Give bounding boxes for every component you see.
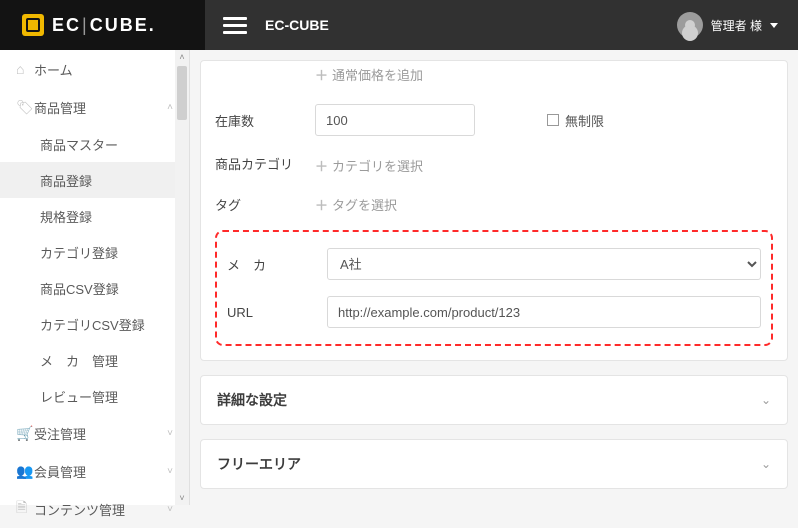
product-form-panel: ＋ 通常価格を追加 在庫数 無制限 商品カテゴリ (200, 60, 788, 361)
sidebar-item-product-register[interactable]: 商品登録 (0, 162, 189, 198)
category-label: 商品カテゴリ (215, 156, 315, 174)
accordion-title: 詳細な設定 (217, 390, 761, 410)
cart-icon: 🛒 (16, 425, 34, 442)
row-category: 商品カテゴリ ＋ カテゴリを選択 (215, 146, 773, 185)
chevron-down-icon: ⌄ (761, 457, 771, 471)
sidebar-item-product-csv[interactable]: 商品CSV登録 (0, 270, 189, 306)
sidebar-item-category-register[interactable]: カテゴリ登録 (0, 234, 189, 270)
avatar-icon (677, 12, 703, 38)
brand-dot: . (149, 15, 156, 36)
chevron-up-icon: ˄ (167, 102, 173, 113)
url-label: URL (227, 305, 327, 320)
add-normal-price-link[interactable]: ＋ 通常価格を追加 (315, 65, 423, 84)
stock-input[interactable] (315, 104, 475, 136)
accordion-free-area[interactable]: フリーエリア ⌄ (200, 439, 788, 489)
app-header: EC | CUBE . EC-CUBE 管理者 様 (0, 0, 798, 50)
link-text: 通常価格を追加 (332, 68, 423, 83)
sidebar-item-product-master[interactable]: 商品マスター (0, 126, 189, 162)
scroll-thumb[interactable] (177, 66, 187, 120)
tag-icon: 🏷 (16, 99, 34, 116)
sidebar-item-category-csv[interactable]: カテゴリCSV登録 (0, 306, 189, 342)
menu-toggle-icon[interactable] (223, 13, 247, 38)
chevron-down-icon: ˅ (167, 466, 173, 477)
stock-unlimited-checkbox[interactable]: 無制限 (547, 111, 604, 130)
chevron-down-icon: ˅ (167, 428, 173, 439)
sidebar-item-label: メ カ 管理 (40, 351, 173, 370)
sidebar-item-member-mgmt[interactable]: 👥 会員管理 ˅ (0, 452, 189, 490)
scroll-down-icon[interactable]: ˅ (175, 491, 189, 505)
sidebar-item-label: カテゴリCSV登録 (40, 315, 173, 334)
accordion-detail-settings[interactable]: 詳細な設定 ⌄ (200, 375, 788, 425)
sidebar: ⌂ ホーム 🏷 商品管理 ˄ 商品マスター 商品登録 規格登録 カテゴリ登録 商… (0, 50, 190, 505)
sidebar-item-label: ホーム (34, 60, 173, 79)
sidebar-item-review-mgmt[interactable]: レビュー管理 (0, 378, 189, 414)
maker-label: メ カ (227, 255, 327, 274)
select-category-link[interactable]: ＋ カテゴリを選択 (315, 156, 423, 175)
sidebar-item-label: 商品登録 (40, 171, 173, 190)
sidebar-item-label: 規格登録 (40, 207, 173, 226)
sidebar-item-label: レビュー管理 (40, 387, 173, 406)
main-content: ＋ 通常価格を追加 在庫数 無制限 商品カテゴリ (190, 50, 798, 505)
plus-icon: ＋ (315, 68, 328, 83)
sidebar-item-label: 商品管理 (34, 98, 167, 117)
page-header-title: EC-CUBE (265, 17, 329, 33)
brand-text-right: CUBE (90, 15, 149, 36)
checkbox-icon (547, 114, 559, 126)
users-icon: 👥 (16, 463, 34, 480)
sidebar-item-label: 商品マスター (40, 135, 173, 154)
row-tag: タグ ＋ タグを選択 (215, 185, 773, 224)
cube-icon (22, 14, 44, 36)
brand-logo: EC | CUBE . (0, 0, 205, 50)
maker-url-highlight: メ カ A社 URL (215, 230, 773, 346)
row-url: URL (227, 288, 761, 336)
home-icon: ⌂ (16, 61, 34, 77)
accordion-title: フリーエリア (217, 454, 761, 474)
sidebar-item-label: 会員管理 (34, 462, 167, 481)
sidebar-item-maker-mgmt[interactable]: メ カ 管理 (0, 342, 189, 378)
sidebar-scrollbar[interactable]: ˄ ˅ (175, 50, 189, 505)
sidebar-item-label: 商品CSV登録 (40, 279, 173, 298)
scroll-up-icon[interactable]: ˄ (175, 50, 189, 64)
sidebar-item-product-mgmt[interactable]: 🏷 商品管理 ˄ (0, 88, 189, 126)
chevron-down-icon: ˅ (167, 504, 173, 515)
stock-label: 在庫数 (215, 111, 315, 130)
brand-text-left: EC (52, 15, 81, 36)
select-tag-link[interactable]: ＋ タグを選択 (315, 195, 397, 214)
sidebar-item-spec-register[interactable]: 規格登録 (0, 198, 189, 234)
plus-icon: ＋ (315, 159, 328, 174)
checkbox-label: 無制限 (565, 111, 604, 130)
user-label: 管理者 様 (711, 17, 762, 34)
tag-label: タグ (215, 195, 315, 214)
sidebar-item-label: カテゴリ登録 (40, 243, 173, 262)
sidebar-item-content-mgmt[interactable]: 🗎 コンテンツ管理 ˅ (0, 490, 189, 528)
row-stock: 在庫数 無制限 (215, 94, 773, 146)
user-menu[interactable]: 管理者 様 (677, 12, 798, 38)
row-normal-price: ＋ 通常価格を追加 (215, 65, 773, 94)
plus-icon: ＋ (315, 198, 328, 213)
maker-select[interactable]: A社 (327, 248, 761, 280)
sidebar-item-label: 受注管理 (34, 424, 167, 443)
sidebar-submenu-product: 商品マスター 商品登録 規格登録 カテゴリ登録 商品CSV登録 カテゴリCSV登… (0, 126, 189, 414)
sidebar-item-order-mgmt[interactable]: 🛒 受注管理 ˅ (0, 414, 189, 452)
brand-separator: | (82, 15, 89, 36)
row-maker: メ カ A社 (227, 240, 761, 288)
chevron-down-icon (770, 23, 778, 28)
chevron-down-icon: ⌄ (761, 393, 771, 407)
file-icon: 🗎 (16, 497, 34, 521)
sidebar-item-label: コンテンツ管理 (34, 500, 167, 519)
link-text: タグを選択 (332, 198, 397, 213)
url-input[interactable] (327, 296, 761, 328)
link-text: カテゴリを選択 (332, 159, 423, 174)
sidebar-item-home[interactable]: ⌂ ホーム (0, 50, 189, 88)
